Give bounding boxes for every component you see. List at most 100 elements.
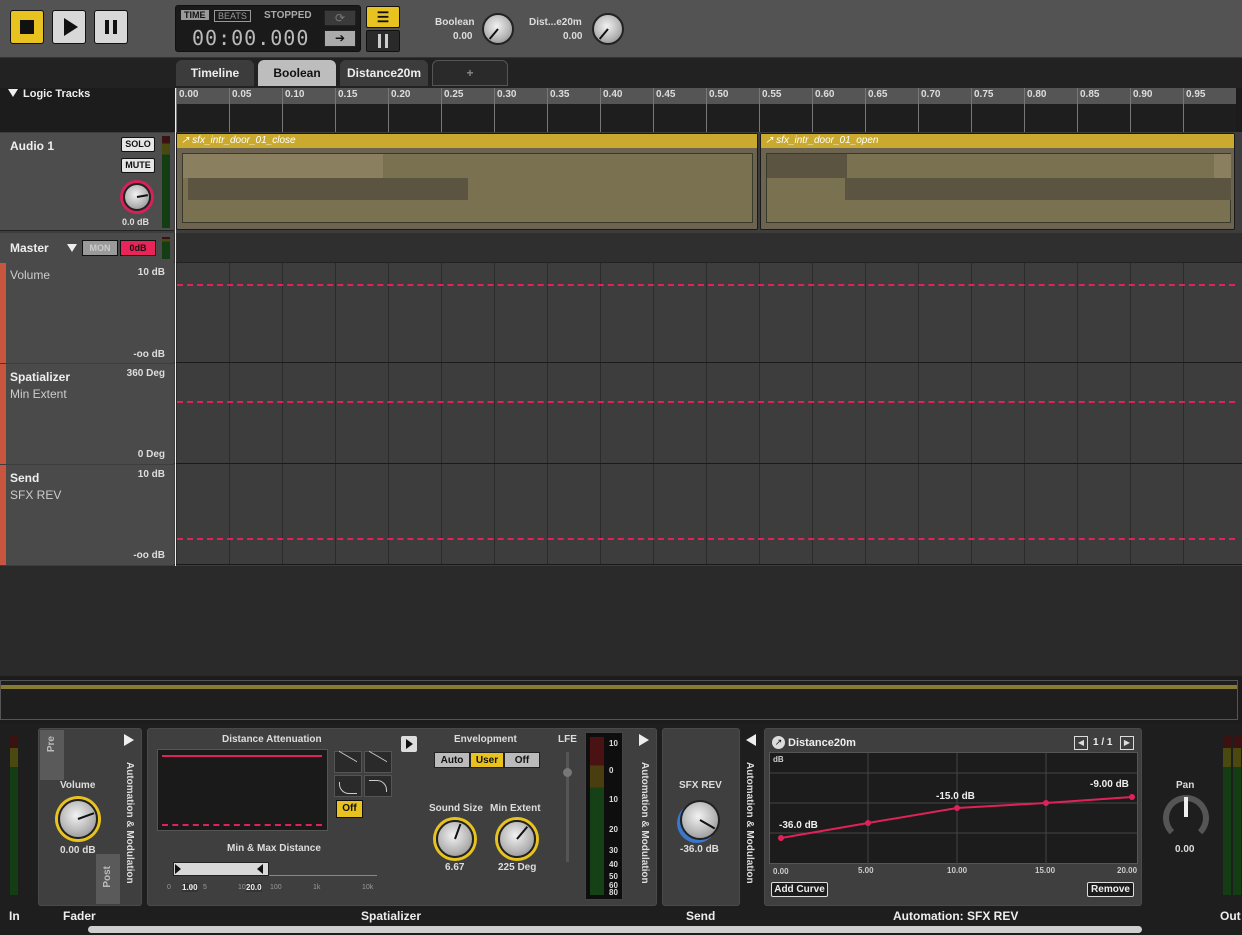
- stop-button[interactable]: [10, 10, 44, 44]
- curve-custom-button[interactable]: [364, 775, 392, 797]
- solo-button[interactable]: SOLO: [121, 137, 155, 152]
- curve-point: [954, 805, 960, 811]
- playhead[interactable]: [175, 88, 176, 566]
- beats-mode-button[interactable]: BEATS: [214, 10, 251, 22]
- send-automation-line[interactable]: [177, 538, 1235, 540]
- panel-toggle-button[interactable]: [366, 30, 400, 52]
- curve-point-label: -9.00 dB: [1090, 779, 1129, 790]
- send-knob[interactable]: [680, 800, 720, 840]
- clip-header: ↗ sfx_intr_door_01_close: [177, 134, 757, 148]
- ruler-tick: 0.15: [335, 88, 357, 132]
- curve-point-label: -36.0 dB: [779, 820, 818, 831]
- min-extent-label: Min Extent: [490, 803, 541, 814]
- ruler-tick: 0.20: [388, 88, 410, 132]
- tab-distance20m[interactable]: Distance20m: [340, 60, 428, 86]
- pan-knob[interactable]: [1163, 795, 1209, 841]
- pre-button[interactable]: Pre: [40, 730, 64, 780]
- follow-button[interactable]: ➔: [324, 30, 356, 47]
- ruler-tick: 0.75: [971, 88, 993, 132]
- curve-x-tick: 20.00: [1117, 866, 1138, 875]
- volume-automation-line[interactable]: [177, 284, 1235, 286]
- meter-scale-label: 20: [609, 825, 618, 834]
- sound-size-knob[interactable]: [436, 820, 474, 858]
- add-curve-button[interactable]: Add Curve: [771, 882, 828, 897]
- audio-gain-knob[interactable]: [123, 183, 151, 211]
- ruler-tick: 0.65: [865, 88, 887, 132]
- overview-scrollbar[interactable]: [0, 680, 1238, 720]
- monitor-button[interactable]: MON: [82, 240, 118, 256]
- envelopment-label: Envelopment: [454, 734, 517, 745]
- lane-send-top: 10 dB: [137, 469, 165, 480]
- audio-clip[interactable]: ↗ sfx_intr_door_01_open: [760, 133, 1235, 230]
- master-level-meter: [162, 237, 170, 259]
- footer-out: Out: [1220, 909, 1241, 923]
- audio-clip[interactable]: ↗ sfx_intr_door_01_close: [176, 133, 758, 230]
- output-meter-right: [1233, 735, 1241, 895]
- scale-label: 100: [270, 884, 282, 891]
- deck-scrollbar[interactable]: [88, 926, 1142, 933]
- tab-boolean[interactable]: Boolean: [258, 60, 336, 86]
- transport-status: STOPPED: [264, 10, 312, 21]
- mute-button[interactable]: MUTE: [121, 158, 155, 173]
- play-icon: [406, 739, 413, 749]
- fader-expand-button[interactable]: [124, 734, 134, 746]
- attenuation-graph[interactable]: [157, 749, 328, 831]
- scale-label: 10k: [362, 884, 374, 891]
- ruler-tick: 0.60: [812, 88, 834, 132]
- curve-linear-button[interactable]: [334, 750, 362, 776]
- param-distance-knob[interactable]: [592, 13, 624, 45]
- tab-timeline[interactable]: Timeline: [176, 60, 254, 86]
- scale-label: 10: [238, 884, 246, 891]
- max-handle[interactable]: [257, 864, 263, 874]
- lfe-slider[interactable]: [563, 752, 572, 862]
- spatializer-expand-button[interactable]: [401, 736, 417, 752]
- ruler-tick: 0.90: [1130, 88, 1152, 132]
- lane-volume-name: Volume: [10, 268, 51, 282]
- lfe-label: LFE: [558, 734, 577, 745]
- attenuation-off-button[interactable]: Off: [336, 800, 363, 818]
- env-user-button[interactable]: User: [470, 752, 504, 768]
- ruler-tick: 0.50: [706, 88, 728, 132]
- footer-spatializer: Spatializer: [361, 909, 422, 923]
- tab-add[interactable]: +: [432, 60, 508, 86]
- scale-label: 1: [189, 884, 193, 891]
- curve-next-button[interactable]: ▶: [1120, 736, 1134, 750]
- curve-x-tick: 15.00: [1035, 866, 1056, 875]
- play-button[interactable]: [52, 10, 86, 44]
- min-extent-knob[interactable]: [498, 820, 536, 858]
- env-off-button[interactable]: Off: [504, 752, 540, 768]
- min-extent-value: 225 Deg: [498, 862, 537, 873]
- send-collapse-button[interactable]: [746, 734, 756, 746]
- minmax-slider[interactable]: [173, 862, 377, 876]
- ruler-tick: 0.95: [1183, 88, 1205, 132]
- scale-label: 1k: [313, 884, 321, 891]
- time-mode-button[interactable]: TIME: [181, 10, 209, 20]
- send-value: -36.0 dB: [680, 844, 719, 855]
- view-toggle-button[interactable]: ☰: [366, 6, 400, 28]
- param-boolean-knob[interactable]: [482, 13, 514, 45]
- post-button[interactable]: Post: [96, 854, 120, 904]
- ruler-tick: 0.25: [441, 88, 463, 132]
- spatializer-expand-button-right[interactable]: [639, 734, 649, 746]
- pause-button[interactable]: [94, 10, 128, 44]
- curve-shape-icon: [339, 750, 357, 776]
- remove-curve-button[interactable]: Remove: [1087, 882, 1134, 897]
- distance-attenuation-title: Distance Attenuation: [222, 734, 322, 745]
- volume-knob[interactable]: [58, 799, 98, 839]
- ruler-tick: 0.45: [653, 88, 675, 132]
- curve-prev-button[interactable]: ◀: [1074, 736, 1088, 750]
- clip-link-icon: ↗: [765, 135, 774, 146]
- scale-label: 0: [167, 884, 171, 891]
- loop-button[interactable]: ⟳: [324, 10, 356, 26]
- env-auto-button[interactable]: Auto: [434, 752, 470, 768]
- master-expand-icon[interactable]: [67, 244, 77, 252]
- curve-link-icon[interactable]: ↗: [772, 736, 785, 749]
- curve-editor[interactable]: dB -36.0 dB -15.0 dB -9.00 dB 0.00: [769, 752, 1139, 876]
- curve-x-tick: 5.00: [858, 866, 874, 875]
- min-handle[interactable]: [175, 864, 181, 874]
- master-db-button[interactable]: 0dB: [120, 240, 156, 256]
- logic-tracks-header[interactable]: Logic Tracks: [8, 88, 90, 100]
- spatializer-automation-line[interactable]: [177, 401, 1235, 403]
- curve-log-button[interactable]: [364, 750, 392, 776]
- curve-inverse-button[interactable]: [334, 775, 362, 797]
